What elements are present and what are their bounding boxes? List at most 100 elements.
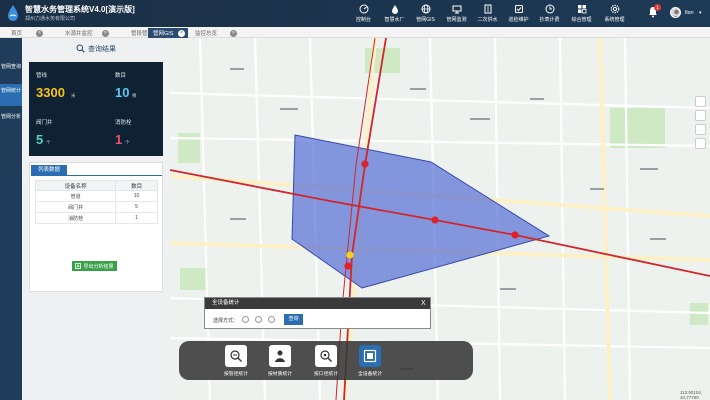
tool-label: 按口径统计 xyxy=(314,372,338,377)
valve-node[interactable] xyxy=(344,262,352,270)
table-cell: 5 xyxy=(115,201,158,213)
column-header: 设备名称 xyxy=(34,180,117,191)
radio-option-3[interactable] xyxy=(268,316,275,323)
radio-option-1[interactable] xyxy=(242,316,249,323)
tab-overview[interactable]: 监控总览 × xyxy=(190,28,240,38)
valve-node[interactable] xyxy=(361,160,369,168)
building-icon xyxy=(484,4,491,14)
search-icon xyxy=(76,44,85,53)
monitor-icon xyxy=(452,5,461,14)
stats-toolbar: 按管径统计 按材质统计 按口径统计 全设备统计 xyxy=(179,341,473,380)
table-cell: 阀门井 xyxy=(34,201,117,213)
chevron-down-icon[interactable]: ▾ xyxy=(699,10,702,16)
dashboard-icon xyxy=(359,4,368,14)
tool-label: 按管径统计 xyxy=(224,372,248,377)
app-header: 智慧水务管理系统V4.0[演示版] 郑州力通水务有限公司 控制台 智慧水厂 管网… xyxy=(0,0,710,27)
nav-label: 综合管理 xyxy=(571,17,592,23)
nav-comprehensive[interactable]: 综合管理 xyxy=(565,0,598,27)
stat-value-valve-well: 5 xyxy=(36,132,44,147)
nav-inspection[interactable]: 巡检维护 xyxy=(503,0,534,27)
nav-meter-billing[interactable]: 抄表计费 xyxy=(534,0,565,27)
manage-icon xyxy=(577,5,586,14)
tab-label: 监控总览 xyxy=(195,31,218,37)
settings-icon xyxy=(610,4,619,14)
stat-value-hydrant: 1 xyxy=(115,132,123,147)
zoom-out-icon[interactable] xyxy=(695,124,706,135)
list-data-tab[interactable]: 列表数据 xyxy=(31,165,67,175)
nav-dashboard[interactable]: 控制台 xyxy=(348,0,379,27)
hydrant-node[interactable] xyxy=(346,251,354,259)
table-row: 消防栓 1 xyxy=(34,212,158,224)
side-menu-statistics[interactable]: 管网统计 xyxy=(0,84,22,106)
close-icon[interactable]: × xyxy=(102,29,109,37)
panel-title: 查询结果 xyxy=(88,45,116,53)
nav-monitor[interactable]: 管网监测 xyxy=(441,0,472,27)
close-icon[interactable]: × xyxy=(178,29,185,37)
panel-header: 查询结果 xyxy=(22,38,170,59)
valve-node[interactable] xyxy=(511,231,519,239)
dialog-title: 全设备统计 xyxy=(205,298,430,309)
water-drop-icon xyxy=(391,5,398,14)
table-cell: 10 xyxy=(115,190,158,202)
export-icon xyxy=(75,263,82,269)
all-devices-icon xyxy=(359,345,381,367)
top-nav: 控制台 智慧水厂 管网GIS 管网监测 二次供水 巡检维护 抄表计费 综合管理 xyxy=(348,0,631,27)
close-icon[interactable]: × xyxy=(230,29,237,37)
table-row: 阀门井 5 xyxy=(34,201,158,213)
nav-label: 抄表计费 xyxy=(539,17,560,23)
tab-bar: 首页 × 水源井监控 × 管段管理 × 管网GIS × 监控总览 × xyxy=(0,27,710,38)
side-menu-analysis[interactable]: 管网分析 xyxy=(0,110,22,132)
nav-secondary-supply[interactable]: 二次供水 xyxy=(472,0,503,27)
stat-unit: 个 xyxy=(125,140,130,145)
nav-label: 管网GIS xyxy=(416,17,435,23)
avatar[interactable] xyxy=(670,7,681,18)
nav-label: 智慧水厂 xyxy=(384,17,405,23)
close-icon[interactable]: X xyxy=(421,298,426,309)
export-results-button[interactable]: 导出分析结果 xyxy=(72,261,117,271)
nav-label: 系统管理 xyxy=(604,17,625,23)
export-label: 导出分析结果 xyxy=(83,263,114,270)
tab-label: 水源井监控 xyxy=(65,31,93,37)
table-cell: 1 xyxy=(115,212,158,224)
stat-by-diameter-button[interactable]: 按管径统计 xyxy=(221,345,251,378)
query-button[interactable]: 查询 xyxy=(284,314,303,325)
coordinate-readout: 113.92104, 34.77760 xyxy=(680,390,703,400)
valve-node[interactable] xyxy=(431,216,439,224)
tool-label: 按材质统计 xyxy=(268,372,292,377)
radio-option-2[interactable] xyxy=(255,316,262,323)
globe-icon xyxy=(421,4,430,14)
pipe-diameter-icon xyxy=(225,345,247,367)
user-icon xyxy=(673,9,680,17)
stat-label: 管线 xyxy=(36,73,48,79)
side-menu-query[interactable]: 管网查询 xyxy=(0,60,22,82)
side-menu: 管网查询 管网统计 管网分析 xyxy=(0,38,22,400)
nav-smart-plant[interactable]: 智慧水厂 xyxy=(379,0,410,27)
stat-by-material-button[interactable]: 按材质统计 xyxy=(265,345,295,378)
stat-by-caliber-button[interactable]: 按口径统计 xyxy=(311,345,341,378)
stat-label: 消防栓 xyxy=(115,120,132,126)
column-header: 数目 xyxy=(115,180,158,191)
zoom-in-icon[interactable] xyxy=(695,110,706,121)
stat-label: 数目 xyxy=(115,73,127,79)
tab-gis[interactable]: 管网GIS × xyxy=(148,28,188,38)
close-icon[interactable]: × xyxy=(36,29,43,37)
stat-all-devices-button[interactable]: 全设备统计 xyxy=(355,345,385,378)
tab-well-monitor[interactable]: 水源井监控 × xyxy=(60,28,112,38)
user-name[interactable]: ltsn xyxy=(685,10,694,16)
stat-unit: 个 xyxy=(46,140,51,145)
stat-value-count: 10 xyxy=(115,85,130,100)
stat-unit: 米 xyxy=(71,93,76,98)
measure-icon[interactable] xyxy=(695,138,706,149)
layers-icon[interactable] xyxy=(695,96,706,107)
divider xyxy=(31,175,162,176)
nav-gis[interactable]: 管网GIS xyxy=(410,0,441,27)
nav-label: 巡检维护 xyxy=(508,17,529,23)
table-cell: 管道 xyxy=(34,190,117,202)
nav-label: 管网监测 xyxy=(446,17,467,23)
tab-home[interactable]: 首页 × xyxy=(6,28,46,38)
material-icon xyxy=(269,345,291,367)
list-data-box: 列表数据 设备名称 数目 管道 10 阀门井 5 消防栓 1 xyxy=(29,162,163,292)
nav-system[interactable]: 系统管理 xyxy=(598,0,631,27)
nav-label: 控制台 xyxy=(355,17,371,23)
query-result-panel: 查询结果 管线 3300 米 数目 10 根 阀门井 5 个 消防栓 1 个 列… xyxy=(22,38,170,400)
